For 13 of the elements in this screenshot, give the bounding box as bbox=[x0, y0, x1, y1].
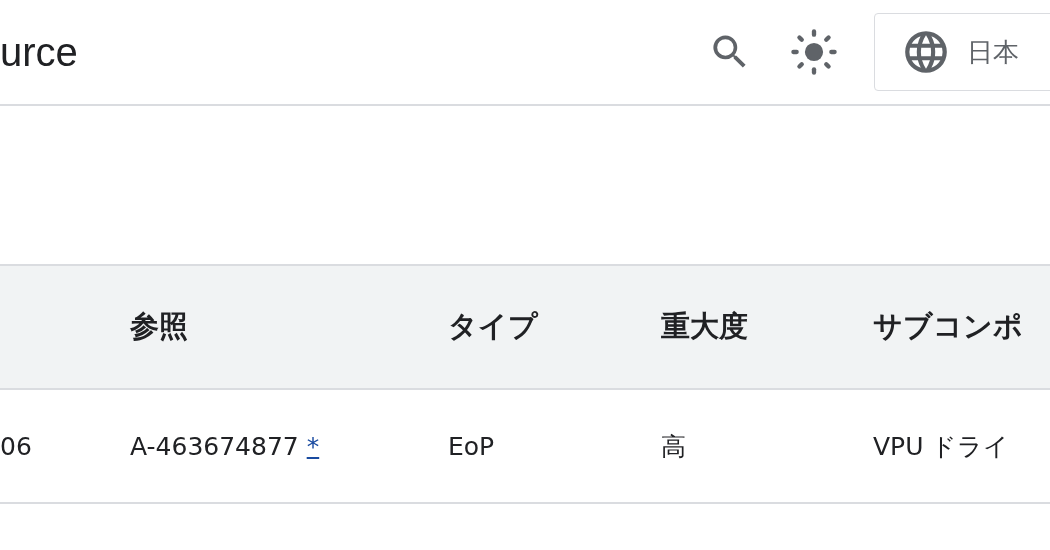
page-title: urce bbox=[0, 29, 78, 75]
column-header: サブコンポ bbox=[873, 308, 1023, 345]
sun-icon[interactable] bbox=[788, 26, 840, 78]
column-header: 重大度 bbox=[661, 308, 748, 345]
language-button[interactable]: 日本 bbox=[874, 13, 1050, 91]
table-cell-text: 高 bbox=[661, 430, 686, 463]
table-cell: EoP bbox=[448, 431, 495, 461]
table-cell: A-463674877 bbox=[130, 431, 299, 461]
column-header: 参照 bbox=[130, 308, 188, 345]
table-cell: 06 bbox=[0, 431, 32, 461]
column-header: タイプ bbox=[448, 308, 538, 345]
table-cell-text: VPU ドライ bbox=[873, 430, 1010, 463]
reference-link[interactable]: * bbox=[306, 431, 320, 461]
